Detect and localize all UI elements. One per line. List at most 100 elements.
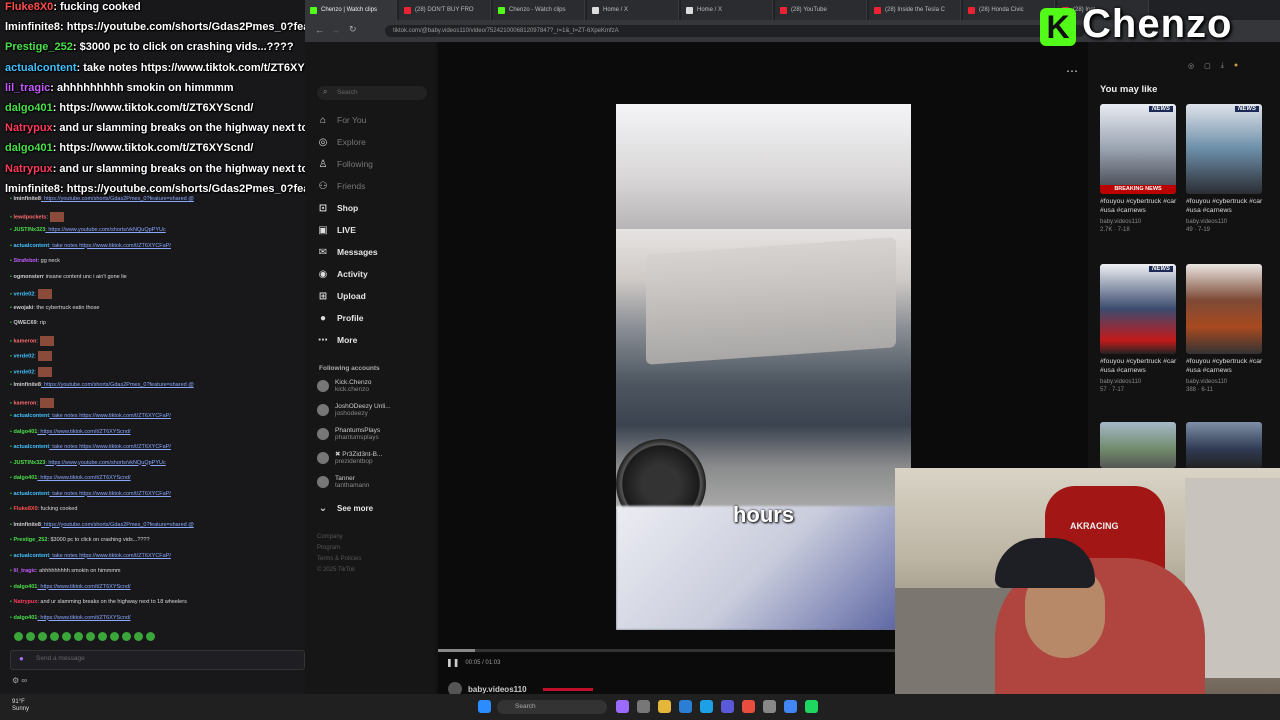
forward-icon[interactable]: →: [331, 25, 340, 35]
footer-link[interactable]: Company: [317, 534, 343, 540]
recommended-video-thumbnail[interactable]: [1100, 422, 1176, 468]
chat-username[interactable]: actualcontent: [13, 413, 49, 419]
chat-username[interactable]: JUSTINx323: [13, 460, 45, 466]
chat-username[interactable]: dalgo401: [13, 615, 37, 621]
browser-tab[interactable]: (28) Inside the Tesla C: [869, 0, 961, 20]
chat-username[interactable]: actualcontent: [13, 444, 49, 450]
chat-username[interactable]: lil_tragic: [13, 568, 36, 574]
following-account[interactable]: JoshODeezy Unli... joshodeezy: [317, 403, 391, 417]
search-input[interactable]: ⌕ Search: [317, 86, 427, 100]
chat-username[interactable]: actualcontent: [13, 491, 49, 497]
browser-tab[interactable]: Chenzo | Watch clips: [305, 0, 397, 20]
nav-item-explore[interactable]: ◎ Explore: [317, 136, 366, 148]
taskbar-app-icon[interactable]: [700, 700, 713, 713]
chat-username[interactable]: lminfinite8: [13, 196, 41, 202]
chat-text[interactable]: : https://www.tiktok.com/t/ZT6XYScnd/: [37, 584, 130, 590]
chat-settings-row[interactable]: ⚙ ∞: [12, 676, 27, 685]
nav-item-profile[interactable]: ● Profile: [317, 312, 363, 324]
chat-username[interactable]: lminfinite8: [13, 382, 41, 388]
footer-link[interactable]: © 2025 TikTok: [317, 567, 355, 573]
taskbar-app-icon[interactable]: [478, 700, 491, 713]
reload-icon[interactable]: ↻: [349, 24, 357, 35]
chat-username[interactable]: actualcontent: [13, 553, 49, 559]
footer-link[interactable]: Program: [317, 545, 340, 551]
chat-text[interactable]: : https://www.tiktok.com/t/ZT6XYScnd/: [37, 475, 130, 481]
recommended-video-thumbnail[interactable]: NEWS: [1100, 264, 1176, 354]
chat-username[interactable]: QWEC69: [13, 320, 36, 326]
recommended-video-thumbnail[interactable]: NEWS: [1186, 104, 1262, 194]
taskbar-app-icon[interactable]: [616, 700, 629, 713]
nav-item-for-you[interactable]: ⌂ For You: [317, 114, 366, 126]
taskbar-search[interactable]: Search: [497, 700, 607, 714]
nav-item-activity[interactable]: ◉ Activity: [317, 268, 368, 280]
chat-username[interactable]: Natrypux: [13, 599, 37, 605]
chat-username[interactable]: JUSTINx323: [13, 227, 45, 233]
following-account[interactable]: Tanner tanthamann: [317, 475, 369, 489]
taskbar-app-icon[interactable]: [784, 700, 797, 713]
browser-tab[interactable]: Chenzo - Watch clips: [493, 0, 585, 20]
chat-username[interactable]: Strafebot: [13, 258, 37, 264]
chat-username[interactable]: dalgo401: [13, 475, 37, 481]
chat-username[interactable]: lminfinite8: [13, 522, 41, 528]
following-account[interactable]: ✖ Pr3Zid3nt-B... prezidentbop: [317, 451, 382, 465]
nav-item-messages[interactable]: ✉ Messages: [317, 246, 378, 258]
chat-username[interactable]: verde02: [13, 369, 34, 375]
chat-text[interactable]: : https://youtube.com/shorts/Gdas2Pmes_0…: [41, 196, 194, 202]
download-icon[interactable]: ⤓: [1221, 62, 1224, 70]
browser-tab[interactable]: (28) DON'T BUY FRO: [399, 0, 491, 20]
taskbar-app-icon[interactable]: [637, 700, 650, 713]
taskbar-app-icon[interactable]: [658, 700, 671, 713]
more-options-icon[interactable]: ⋯: [1066, 64, 1078, 78]
chat-username[interactable]: Prestige_252: [13, 537, 47, 543]
coin-icon[interactable]: ◎: [1188, 62, 1194, 70]
profile-avatar-icon[interactable]: ●: [1234, 62, 1238, 70]
see-more-link[interactable]: ⌄ See more: [317, 502, 373, 514]
chat-text[interactable]: : take notes https://www.tiktok.com/t/ZT…: [49, 491, 171, 497]
emote-bar[interactable]: [14, 632, 155, 641]
following-account[interactable]: PhantumsPlays phantumsplays: [317, 427, 380, 441]
taskbar-app-icon[interactable]: [805, 700, 818, 713]
nav-item-more[interactable]: ⋯ More: [317, 334, 357, 346]
chat-username[interactable]: dalgo401: [13, 584, 37, 590]
recommended-video-thumbnail[interactable]: NEWS BREAKING NEWS: [1100, 104, 1176, 194]
recommended-video-thumbnail[interactable]: [1186, 264, 1262, 354]
nav-item-following[interactable]: ♙ Following: [317, 158, 373, 170]
chat-username[interactable]: lewdpockets: [13, 214, 46, 220]
chat-text[interactable]: : https://www.youtube.com/shorts/vkNQuQp…: [45, 227, 165, 233]
pause-icon[interactable]: ❚❚: [446, 658, 459, 667]
following-account[interactable]: Kick.Chenzo kick.chenzo: [317, 379, 372, 393]
chat-username[interactable]: ewojaki: [13, 305, 33, 311]
chat-username[interactable]: kameron: [13, 338, 36, 344]
chat-text[interactable]: : https://youtube.com/shorts/Gdas2Pmes_0…: [41, 382, 194, 388]
taskbar-app-icon[interactable]: [679, 700, 692, 713]
taskbar-app-icon[interactable]: [742, 700, 755, 713]
browser-tab[interactable]: Home / X: [681, 0, 773, 20]
browser-tab[interactable]: (28) YouTube: [775, 0, 867, 20]
chat-username[interactable]: verde02: [13, 353, 34, 359]
chat-text[interactable]: : take notes https://www.tiktok.com/t/ZT…: [49, 444, 171, 450]
chat-username[interactable]: ogmonsterr: [13, 274, 44, 280]
chat-text[interactable]: : take notes https://www.tiktok.com/t/ZT…: [49, 553, 171, 559]
chat-username[interactable]: kameron: [13, 400, 36, 406]
chat-text[interactable]: : https://www.youtube.com/shorts/vkNQuQp…: [45, 460, 165, 466]
follow-button[interactable]: [542, 687, 593, 691]
chat-text[interactable]: : https://www.tiktok.com/t/ZT6XYScnd/: [37, 429, 130, 435]
chat-username[interactable]: verde02: [13, 291, 34, 297]
chat-text[interactable]: : take notes https://www.tiktok.com/t/ZT…: [49, 413, 171, 419]
chat-username[interactable]: Fluke8X0: [13, 506, 37, 512]
back-icon[interactable]: ←: [315, 25, 324, 35]
chat-input[interactable]: ● Send a message: [10, 650, 305, 670]
nav-item-upload[interactable]: ⊞ Upload: [317, 290, 366, 302]
taskbar-app-icon[interactable]: [721, 700, 734, 713]
nav-item-live[interactable]: ▣ LIVE: [317, 224, 356, 236]
chat-text[interactable]: : https://www.tiktok.com/t/ZT6XYScnd/: [37, 615, 130, 621]
recommended-video-thumbnail[interactable]: [1186, 422, 1262, 468]
nav-item-shop[interactable]: ⊡ Shop: [317, 202, 358, 214]
nav-item-friends[interactable]: ⚇ Friends: [317, 180, 366, 192]
chat-username[interactable]: dalgo401: [13, 429, 37, 435]
footer-link[interactable]: Terms & Policies: [317, 556, 361, 562]
url-field[interactable]: tiktok.com/@baby.videos110/video/7524210…: [385, 25, 1085, 37]
weather-widget[interactable]: 91°F Sunny: [12, 699, 29, 713]
chat-text[interactable]: : take notes https://www.tiktok.com/t/ZT…: [49, 243, 171, 249]
chat-username[interactable]: actualcontent: [13, 243, 49, 249]
